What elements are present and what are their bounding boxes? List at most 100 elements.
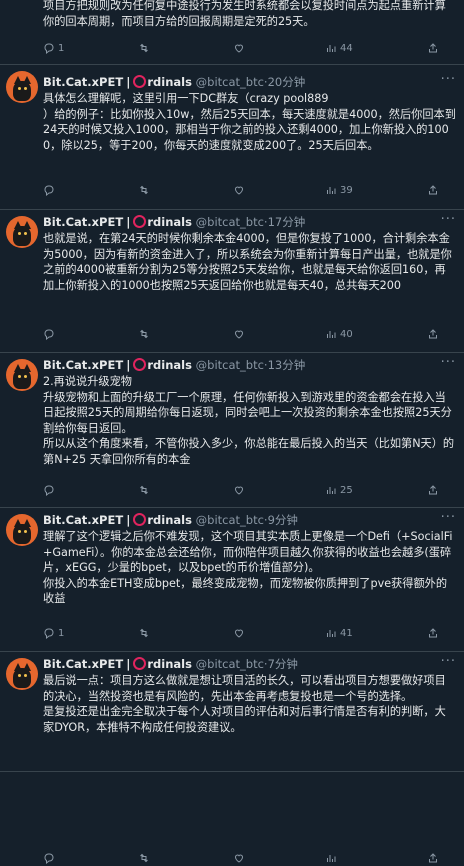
- more-icon[interactable]: ···: [441, 510, 456, 525]
- share-icon: [429, 628, 437, 638]
- retweet-button[interactable]: [138, 42, 150, 54]
- reply-button[interactable]: [43, 184, 58, 196]
- user-handle[interactable]: @bitcat_btc: [196, 657, 264, 671]
- retweet-button[interactable]: [138, 852, 150, 864]
- share-icon: [429, 329, 437, 339]
- avatar[interactable]: [6, 514, 38, 546]
- user-handle[interactable]: @bitcat_btc: [196, 358, 264, 372]
- reply-icon: [44, 485, 54, 496]
- separator: |: [126, 75, 131, 89]
- share-icon: [429, 43, 437, 53]
- display-name[interactable]: Bit.Cat.xPET: [43, 75, 123, 89]
- reply-button[interactable]: 1: [43, 42, 64, 54]
- tweet-actions: 1 44: [43, 42, 456, 56]
- more-icon[interactable]: ···: [441, 355, 456, 370]
- tweet[interactable]: Bit.Cat.xPET | rdinals @bitcat_btc·9分钟 ··· 理…: [0, 508, 464, 652]
- timestamp[interactable]: 13分钟: [268, 358, 306, 372]
- share-button[interactable]: [427, 852, 439, 864]
- retweet-button[interactable]: [138, 627, 150, 639]
- views-button[interactable]: 40: [325, 328, 353, 340]
- tweet-actions: 40: [43, 328, 456, 342]
- views-icon: [327, 45, 336, 52]
- retweet-icon: [140, 853, 148, 863]
- more-icon[interactable]: ···: [441, 72, 456, 87]
- timestamp[interactable]: 20分钟: [268, 75, 306, 89]
- separator: |: [126, 358, 131, 372]
- views-count: 41: [340, 627, 353, 639]
- separator: |: [126, 657, 131, 671]
- share-button[interactable]: [427, 484, 439, 496]
- ordinals-circle-icon: [133, 215, 147, 228]
- retweet-icon: [140, 185, 148, 195]
- tweet-actions: [43, 852, 456, 866]
- timestamp[interactable]: 17分钟: [268, 215, 306, 229]
- tweet-text: 最后说一点：项目方这么做就是想让项目活的长久，可以看出项目方想要做好项目的决心，…: [43, 674, 446, 734]
- reply-button[interactable]: [43, 852, 58, 864]
- like-button[interactable]: [233, 184, 245, 196]
- tweet[interactable]: Bit.Cat.xPET | rdinals @bitcat_btc·20分钟 ···…: [0, 65, 464, 210]
- ordinals-label: rdinals: [147, 358, 192, 372]
- views-button[interactable]: 44: [325, 42, 353, 54]
- tweet-actions: 25: [43, 484, 456, 498]
- ordinals-circle-icon: [133, 75, 147, 88]
- tweet-partial-top[interactable]: 项目方把规则改为任何复中途投行为发生时系统都会以复投时间点为起点重新计算你的回本…: [0, 0, 464, 65]
- like-button[interactable]: [233, 42, 245, 54]
- reply-count: 1: [58, 627, 65, 639]
- more-icon[interactable]: ···: [441, 212, 456, 227]
- share-button[interactable]: [427, 627, 439, 639]
- share-icon: [429, 185, 437, 195]
- views-button[interactable]: 41: [325, 627, 353, 639]
- display-name[interactable]: Bit.Cat.xPET: [43, 358, 123, 372]
- heart-icon: [234, 44, 244, 53]
- avatar[interactable]: [6, 216, 38, 248]
- heart-icon: [234, 486, 244, 495]
- heart-icon: [234, 629, 244, 638]
- tweet-text: 理解了这个逻辑之后你不难发现，这个项目其实本质上更像是一个Defi（+Socia…: [43, 530, 453, 606]
- views-button[interactable]: 39: [325, 184, 353, 196]
- reply-icon: [44, 329, 54, 340]
- like-button[interactable]: [233, 328, 245, 340]
- tweet-actions: 1 41: [43, 627, 456, 641]
- retweet-button[interactable]: [138, 484, 150, 496]
- views-button[interactable]: 25: [325, 484, 353, 496]
- separator: |: [126, 513, 131, 527]
- views-count: 39: [340, 184, 353, 196]
- views-icon: [327, 855, 336, 862]
- share-button[interactable]: [427, 42, 439, 54]
- timestamp[interactable]: 9分钟: [268, 513, 298, 527]
- retweet-icon: [140, 485, 148, 495]
- reply-count: 1: [58, 42, 65, 54]
- reply-icon: [44, 853, 54, 864]
- display-name[interactable]: Bit.Cat.xPET: [43, 657, 123, 671]
- reply-button[interactable]: [43, 328, 58, 340]
- display-name[interactable]: Bit.Cat.xPET: [43, 215, 123, 229]
- share-button[interactable]: [427, 184, 439, 196]
- heart-icon: [234, 854, 244, 863]
- retweet-button[interactable]: [138, 328, 150, 340]
- tweet[interactable]: Bit.Cat.xPET | rdinals @bitcat_btc·17分钟 ···…: [0, 210, 464, 353]
- views-count: 40: [340, 328, 353, 340]
- user-handle[interactable]: @bitcat_btc: [196, 215, 264, 229]
- like-button[interactable]: [233, 852, 245, 864]
- avatar[interactable]: [6, 359, 38, 391]
- reply-button[interactable]: [43, 484, 58, 496]
- views-button[interactable]: [325, 852, 340, 864]
- user-handle[interactable]: @bitcat_btc: [196, 75, 264, 89]
- display-name[interactable]: Bit.Cat.xPET: [43, 513, 123, 527]
- timestamp[interactable]: 7分钟: [268, 657, 298, 671]
- share-button[interactable]: [427, 328, 439, 340]
- avatar[interactable]: [6, 658, 38, 690]
- retweet-button[interactable]: [138, 184, 150, 196]
- reply-button[interactable]: 1: [43, 627, 64, 639]
- like-button[interactable]: [233, 484, 245, 496]
- ordinals-label: rdinals: [147, 657, 192, 671]
- share-icon: [429, 853, 437, 863]
- ordinals-label: rdinals: [147, 215, 192, 229]
- tweet[interactable]: Bit.Cat.xPET | rdinals @bitcat_btc·7分钟 ··· 最…: [0, 652, 464, 864]
- tweet-text: 具体怎么理解呢，这里引用一下DC群友（crazy pool889 ）给的例子：比…: [43, 92, 456, 152]
- tweet[interactable]: Bit.Cat.xPET | rdinals @bitcat_btc·13分钟 ···…: [0, 353, 464, 508]
- more-icon[interactable]: ···: [441, 654, 456, 669]
- like-button[interactable]: [233, 627, 245, 639]
- avatar[interactable]: [6, 71, 38, 103]
- user-handle[interactable]: @bitcat_btc: [196, 513, 264, 527]
